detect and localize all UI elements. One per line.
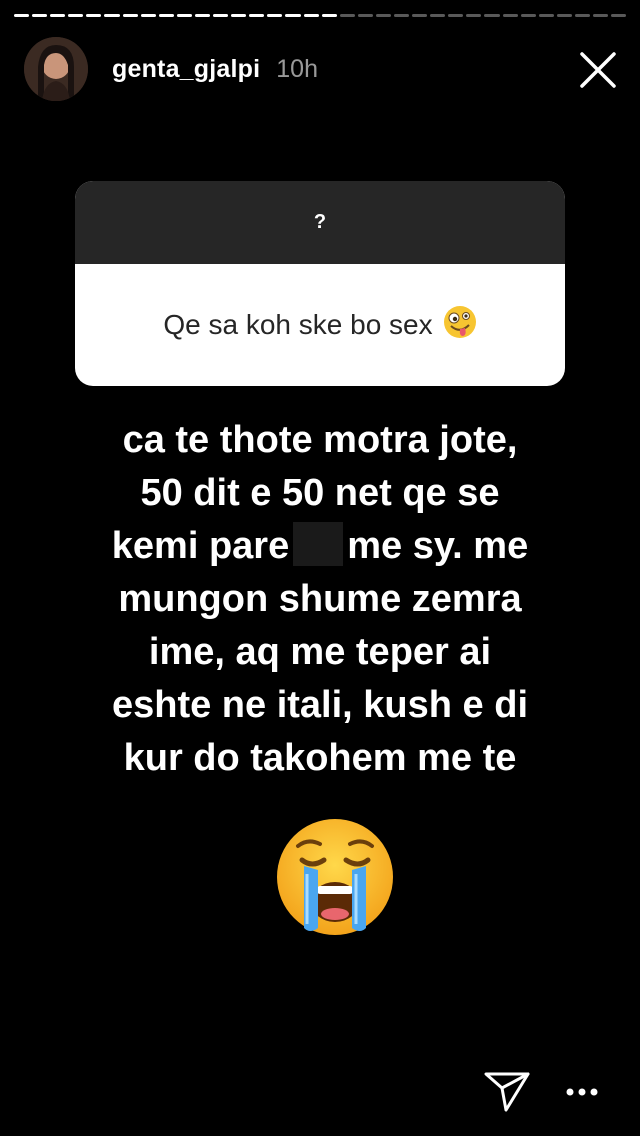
progress-segment [502,14,518,17]
progress-segment-fill [158,14,174,17]
progress-segment [375,14,391,17]
progress-segment [86,14,102,17]
avatar[interactable] [24,37,88,101]
progress-segment [520,14,536,17]
profile-photo-icon [24,37,88,101]
progress-segment [466,14,482,17]
progress-segment-fill [285,14,301,17]
progress-segment-fill [104,14,120,17]
answer-line: eshte ne itali, kush e di [111,684,528,726]
story-header: genta_gjalpi 10h [24,36,620,102]
progress-segment [556,14,572,17]
progress-segment [32,14,48,17]
direct-send-button[interactable] [482,1066,532,1116]
answer-line-part: kemi pare [111,525,290,567]
progress-segment-fill [140,14,156,17]
zany-face-icon [443,305,477,346]
more-options-icon [566,1088,598,1096]
progress-segment-fill [321,14,337,17]
progress-segment [339,14,355,17]
progress-segment-fill [86,14,102,17]
progress-segment [412,14,428,17]
question-sticker[interactable]: ? Qe sa koh ske bo sex [75,181,565,386]
progress-segment [357,14,373,17]
username[interactable]: genta_gjalpi [112,55,260,84]
progress-segment [158,14,174,17]
progress-segment-fill [267,14,283,17]
progress-segment [393,14,410,17]
progress-segment-fill [303,14,319,17]
question-sticker-body: Qe sa koh ske bo sex [75,264,565,386]
progress-segment [321,14,337,17]
progress-segment-fill [14,14,30,17]
progress-segment [176,14,192,17]
progress-segment-fill [122,14,138,17]
progress-segment [484,14,500,17]
progress-segment-fill [68,14,84,17]
more-options-button[interactable] [560,1072,604,1112]
progress-segment-fill [249,14,265,17]
progress-segment [303,14,319,17]
progress-segment [50,14,66,17]
loudly-crying-face-icon [274,816,396,938]
progress-segment [538,14,554,17]
close-icon [580,52,616,88]
progress-segment [68,14,84,17]
progress-segment [122,14,138,17]
direct-send-icon [484,1072,530,1112]
question-sticker-prompt: ? [75,181,565,264]
question-text: Qe sa koh ske bo sex [163,309,433,340]
close-button[interactable] [576,48,620,92]
answer-text: ca te thote motra jote, 50 dit e 50 net … [60,414,580,785]
story-progress-bar [14,14,627,18]
progress-segment [231,14,247,17]
progress-segment [140,14,156,17]
progress-segment [14,14,30,17]
answer-line: ime, aq me teper ai [148,631,492,673]
progress-segment-fill [50,14,66,17]
progress-segment-fill [176,14,192,17]
progress-segment [430,14,446,17]
progress-segment-fill [194,14,211,17]
progress-segment [611,14,627,17]
answer-line: kemi pare me sy. me [60,520,580,573]
progress-segment [249,14,265,17]
progress-segment [213,14,229,17]
answer-line: mungon shume zemra [118,578,522,620]
answer-line-part: me sy. me [347,525,529,567]
progress-segment [574,14,590,17]
progress-segment-fill [231,14,247,17]
answer-line: 50 dit e 50 net qe se [140,472,500,514]
progress-segment [267,14,283,17]
answer-line: ca te thote motra jote, [122,419,518,461]
progress-segment [285,14,301,17]
progress-segment [194,14,211,17]
redaction-box [293,522,344,566]
progress-segment [448,14,464,17]
progress-segment-fill [32,14,48,17]
answer-line: kur do takohem me te [123,737,517,779]
post-time: 10h [276,54,318,83]
progress-segment [593,14,609,17]
progress-segment-fill [213,14,229,17]
progress-segment [104,14,120,17]
